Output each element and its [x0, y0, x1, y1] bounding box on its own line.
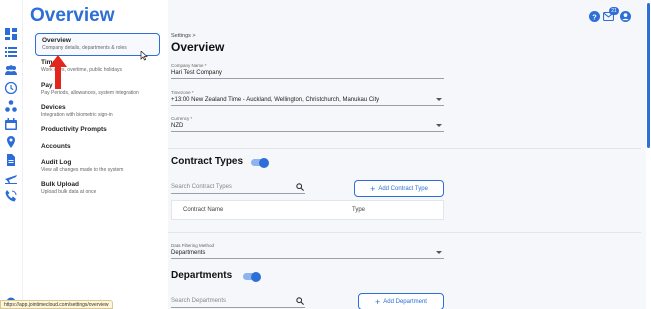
people-icon[interactable] — [5, 64, 17, 76]
chevron-down-icon — [436, 251, 442, 254]
nav-item-devices[interactable]: Devices Integration with biometric sign-… — [35, 104, 160, 119]
field-value: +13:00 New Zealand Time - Auckland, Well… — [171, 97, 380, 103]
toggle-knob — [251, 271, 261, 282]
help-icon[interactable]: ? — [589, 10, 600, 22]
add-contract-type-button[interactable]: + Add Contract Type — [354, 180, 444, 197]
departments-toggle[interactable] — [243, 271, 261, 282]
page-title: Overview — [171, 40, 225, 54]
plus-icon: + — [375, 296, 381, 307]
column-header-type[interactable]: Type — [352, 207, 365, 213]
contract-types-title: Contract Types — [171, 156, 244, 167]
departments-title: Departments — [171, 270, 233, 281]
nav-item-bulk-upload[interactable]: Bulk Upload Upload bulk data at once — [35, 181, 160, 196]
status-bar-url: https://app.jointimecloud.com/settings/o… — [0, 300, 113, 309]
search-placeholder: Search Contract Types — [171, 184, 232, 190]
contract-types-toggle[interactable] — [251, 157, 269, 168]
field-value: NZD — [171, 123, 184, 129]
phone-icon[interactable] — [5, 190, 17, 202]
chevron-down-icon — [436, 124, 442, 127]
add-department-button[interactable]: + Add Department — [358, 293, 444, 309]
org-chart-icon[interactable] — [5, 100, 17, 112]
scrollbar[interactable] — [646, 0, 651, 309]
nav-item-title: Accounts — [41, 143, 71, 150]
nav-item-subtitle: View all changes made to the system — [41, 167, 124, 173]
field-value: Departments — [171, 250, 206, 256]
nav-item-title: Bulk Upload — [41, 181, 79, 188]
search-icon[interactable] — [296, 183, 304, 191]
divider — [168, 232, 641, 233]
search-icon[interactable] — [296, 297, 304, 305]
nav-item-title: Overview — [42, 37, 71, 44]
button-label: Add Contract Type — [378, 185, 428, 192]
nav-item-title: Productivity Prompts — [41, 126, 107, 133]
divider — [168, 148, 641, 149]
document-icon[interactable] — [5, 154, 17, 166]
departments-search-input[interactable]: Search Departments — [171, 296, 305, 308]
currency-select[interactable]: Currency * NZD — [171, 116, 444, 132]
notification-badge: 21 — [609, 7, 619, 15]
nav-item-subtitle: Company details, departments & roles — [42, 45, 127, 51]
nav-item-subtitle: Upload bulk data at once — [41, 189, 97, 195]
red-annotation-arrow-icon — [49, 55, 67, 89]
nav-item-productivity-prompts[interactable]: Productivity Prompts — [35, 126, 160, 134]
field-value: Hari Test Company — [171, 70, 222, 76]
nav-item-title: Devices — [41, 104, 66, 111]
list-icon[interactable] — [5, 46, 17, 58]
nav-item-subtitle: Pay Periods, allowances, system integrat… — [41, 90, 139, 96]
svg-text:?: ? — [592, 12, 597, 21]
timezone-select[interactable]: Timezone * +13:00 New Zealand Time - Auc… — [171, 90, 444, 106]
flight-icon[interactable] — [5, 172, 17, 184]
contract-types-search-input[interactable]: Search Contract Types — [171, 182, 305, 194]
breadcrumb[interactable]: Settings > — [171, 33, 196, 39]
contract-types-table: Contract Name Type — [171, 200, 444, 220]
scrollbar-thumb[interactable] — [647, 3, 650, 148]
nav-item-subtitle: Integration with biometric sign-in — [41, 112, 113, 118]
nav-item-accounts[interactable]: Accounts — [35, 143, 160, 151]
main-content — [168, 0, 651, 309]
account-icon[interactable] — [620, 10, 631, 22]
nav-item-audit-log[interactable]: Audit Log View all changes made to the s… — [35, 159, 160, 174]
toggle-knob — [259, 157, 269, 168]
dashboard-icon[interactable] — [5, 28, 17, 40]
icon-rail — [0, 0, 23, 309]
button-label: Add Department — [383, 298, 427, 305]
chevron-down-icon — [436, 98, 442, 101]
nav-item-title: Audit Log — [41, 159, 72, 166]
clock-icon[interactable] — [5, 82, 17, 94]
calendar-icon[interactable] — [5, 118, 17, 130]
data-filtering-select[interactable]: Data Filtering Method Departments — [171, 243, 444, 259]
plus-icon: + — [370, 183, 376, 194]
page-heading: Overview — [30, 5, 115, 26]
column-header-contract-name[interactable]: Contract Name — [183, 207, 223, 213]
location-pin-icon[interactable] — [5, 136, 17, 148]
company-name-field[interactable]: Company Name * Hari Test Company — [171, 63, 444, 79]
mouse-cursor-icon — [140, 51, 148, 61]
search-placeholder: Search Departments — [171, 298, 227, 304]
